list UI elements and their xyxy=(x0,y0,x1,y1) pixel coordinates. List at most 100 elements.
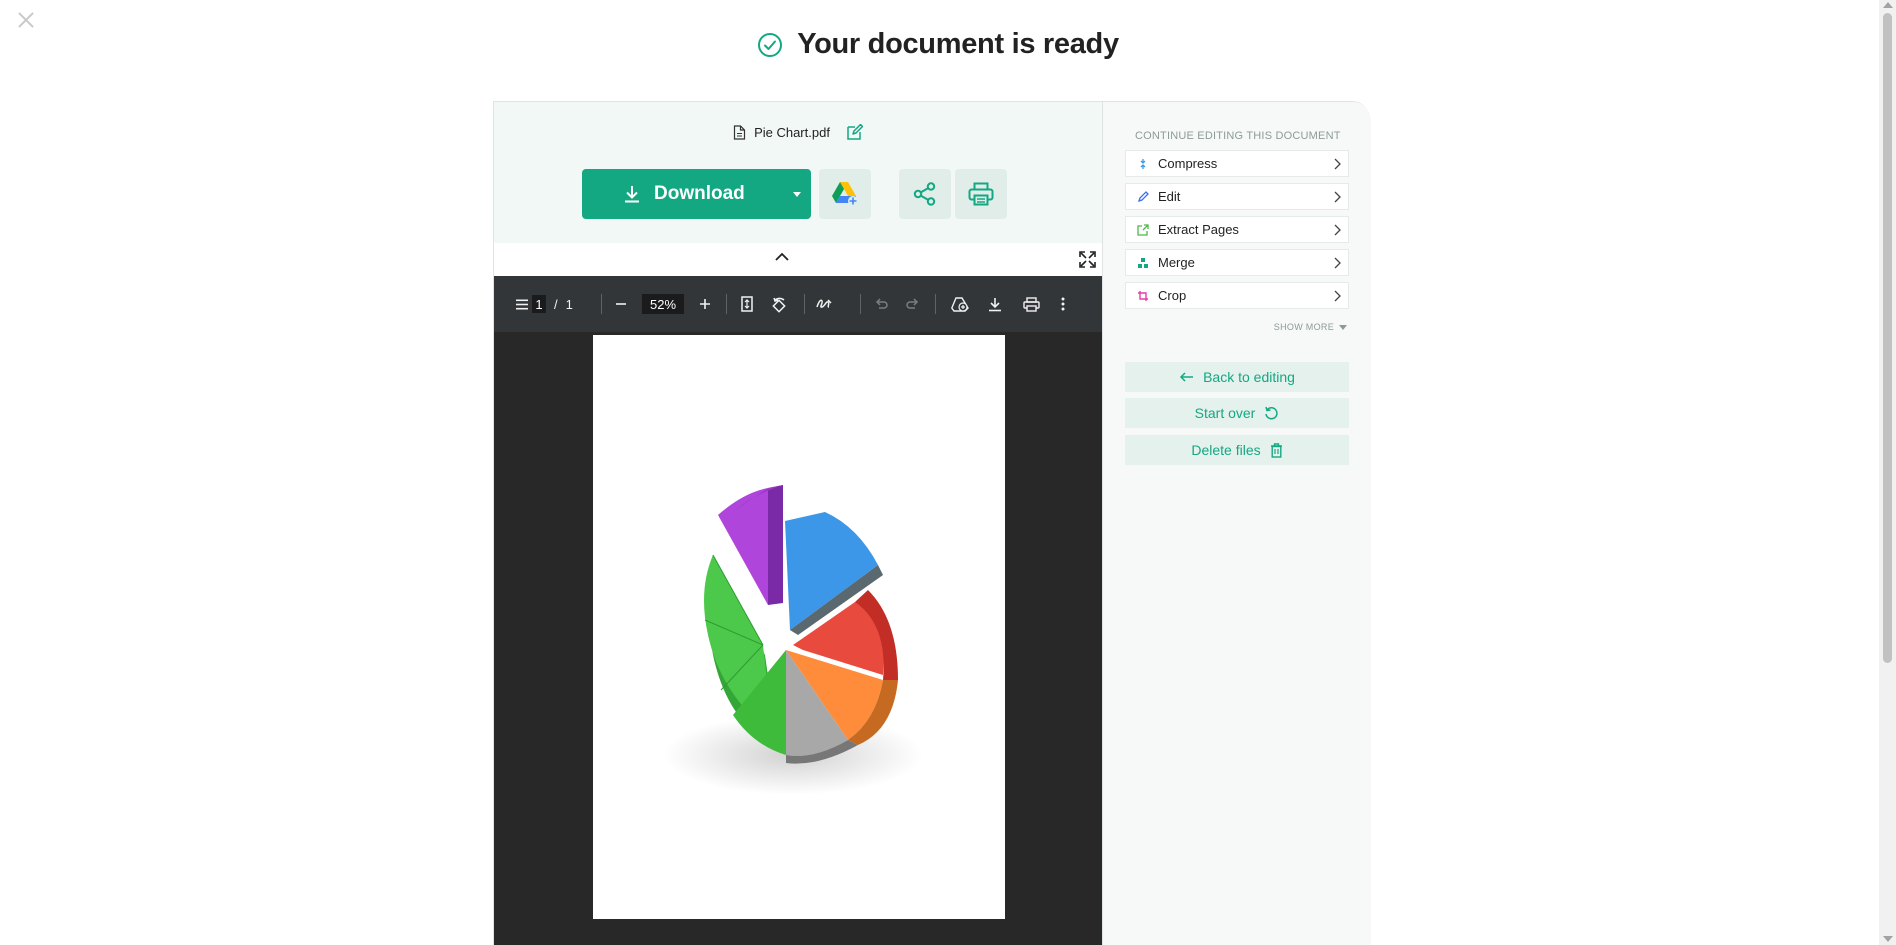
fullscreen-icon[interactable] xyxy=(1079,251,1096,268)
download-button-group: Download xyxy=(582,169,811,219)
crop-icon xyxy=(1136,289,1150,303)
page-indicator: 1 / 1 xyxy=(532,276,573,332)
vertical-scrollbar[interactable] xyxy=(1879,0,1896,945)
back-label: Back to editing xyxy=(1203,369,1295,385)
caret-down-icon xyxy=(1339,324,1347,330)
zoom-level[interactable]: 52% xyxy=(642,276,684,332)
page-number-input[interactable]: 1 xyxy=(532,295,546,313)
page-header: Your document is ready xyxy=(0,28,1876,61)
merge-icon xyxy=(1136,256,1150,270)
refresh-icon xyxy=(1265,406,1279,419)
zoom-out-button[interactable] xyxy=(615,276,627,332)
print-button[interactable] xyxy=(955,169,1007,219)
pie-chart-image xyxy=(663,485,923,795)
rename-pencil-icon[interactable] xyxy=(846,124,863,141)
continue-editing-panel: CONTINUE EDITING THIS DOCUMENT Compress … xyxy=(1103,102,1371,945)
start-over-button[interactable]: Start over xyxy=(1125,398,1349,428)
collapse-bar xyxy=(494,243,1102,276)
tool-label: Crop xyxy=(1158,288,1187,303)
tool-label: Extract Pages xyxy=(1158,222,1239,237)
tool-label: Compress xyxy=(1158,156,1218,171)
total-pages: 1 xyxy=(565,296,573,312)
minus-icon xyxy=(616,303,626,305)
google-drive-icon xyxy=(832,182,858,206)
pdf-page xyxy=(593,335,1005,919)
download-icon xyxy=(989,297,1001,311)
pdf-viewer-toolbar: 1 / 1 52% xyxy=(494,276,1102,332)
more-options-button[interactable] xyxy=(1061,276,1065,332)
chevron-right-icon xyxy=(1334,224,1341,236)
download-options-dropdown[interactable] xyxy=(782,169,811,219)
file-icon xyxy=(733,125,746,140)
check-circle-icon xyxy=(758,32,783,57)
show-more-button[interactable]: SHOW MORE xyxy=(1274,322,1347,332)
printer-icon xyxy=(1023,296,1040,312)
zoom-input[interactable]: 52% xyxy=(642,294,684,314)
share-button[interactable] xyxy=(899,169,951,219)
page-separator: / xyxy=(554,296,558,312)
document-preview-pane: Pie Chart.pdf Download 1 / 1 52% xyxy=(494,102,1103,945)
chevron-right-icon xyxy=(1334,158,1341,170)
pdf-viewer-canvas[interactable] xyxy=(494,332,1102,945)
zoom-in-button[interactable] xyxy=(699,276,711,332)
chevron-up-icon[interactable] xyxy=(774,251,790,263)
draw-icon xyxy=(816,299,832,308)
drive-add-icon xyxy=(951,296,969,312)
fit-page-icon xyxy=(741,296,753,312)
result-card: Pie Chart.pdf Download 1 / 1 52% CONTINU… xyxy=(493,101,1371,945)
save-to-drive-button[interactable] xyxy=(951,276,969,332)
more-vertical-icon xyxy=(1061,297,1065,311)
scroll-down-icon[interactable] xyxy=(1883,936,1893,942)
compress-icon xyxy=(1136,157,1150,171)
tool-crop[interactable]: Crop xyxy=(1125,282,1349,309)
redo-button[interactable] xyxy=(906,276,920,332)
delete-files-button[interactable]: Delete files xyxy=(1125,435,1349,465)
back-to-editing-button[interactable]: Back to editing xyxy=(1125,362,1349,392)
show-more-label: SHOW MORE xyxy=(1273,322,1334,332)
section-label: CONTINUE EDITING THIS DOCUMENT xyxy=(1135,130,1341,142)
viewer-download-button[interactable] xyxy=(988,276,1002,332)
start-over-label: Start over xyxy=(1194,405,1256,421)
tool-label: Edit xyxy=(1158,189,1181,204)
download-area: Pie Chart.pdf Download xyxy=(494,102,1102,243)
printer-icon xyxy=(968,182,994,206)
tool-merge[interactable]: Merge xyxy=(1125,249,1349,276)
toolbar-divider xyxy=(601,294,602,314)
arrow-left-icon xyxy=(1180,372,1194,382)
chevron-right-icon xyxy=(1334,191,1341,203)
save-to-google-drive-button[interactable] xyxy=(819,169,871,219)
annotate-button[interactable] xyxy=(816,276,833,332)
undo-button[interactable] xyxy=(874,276,888,332)
download-icon xyxy=(625,186,639,203)
filename-row: Pie Chart.pdf xyxy=(494,124,1102,141)
viewer-print-button[interactable] xyxy=(1023,276,1040,332)
fit-page-button[interactable] xyxy=(741,276,753,332)
tool-list: Compress Edit Extract Pages Merge Crop xyxy=(1125,150,1349,315)
trash-icon xyxy=(1270,442,1282,458)
tool-extract-pages[interactable]: Extract Pages xyxy=(1125,216,1349,243)
redo-icon xyxy=(906,298,919,309)
toolbar-divider xyxy=(804,294,805,314)
rotate-icon xyxy=(772,297,786,313)
chevron-down-icon xyxy=(792,191,801,197)
plus-icon xyxy=(700,299,710,309)
menu-icon xyxy=(516,299,528,309)
share-icon xyxy=(913,182,936,206)
download-label: Download xyxy=(654,183,745,204)
chevron-right-icon xyxy=(1334,290,1341,302)
scroll-up-icon[interactable] xyxy=(1883,2,1893,8)
tool-edit[interactable]: Edit xyxy=(1125,183,1349,210)
rotate-button[interactable] xyxy=(771,276,788,332)
file-name: Pie Chart.pdf xyxy=(754,125,830,140)
scrollbar-thumb[interactable] xyxy=(1883,13,1892,663)
tool-label: Merge xyxy=(1158,255,1195,270)
delete-label: Delete files xyxy=(1191,442,1261,458)
extract-pages-icon xyxy=(1136,223,1150,237)
sidebar-toggle[interactable] xyxy=(516,276,528,332)
toolbar-divider xyxy=(726,294,727,314)
chevron-right-icon xyxy=(1334,257,1341,269)
download-button[interactable]: Download xyxy=(582,169,782,219)
edit-icon xyxy=(1136,190,1150,204)
undo-icon xyxy=(875,298,888,309)
tool-compress[interactable]: Compress xyxy=(1125,150,1349,177)
